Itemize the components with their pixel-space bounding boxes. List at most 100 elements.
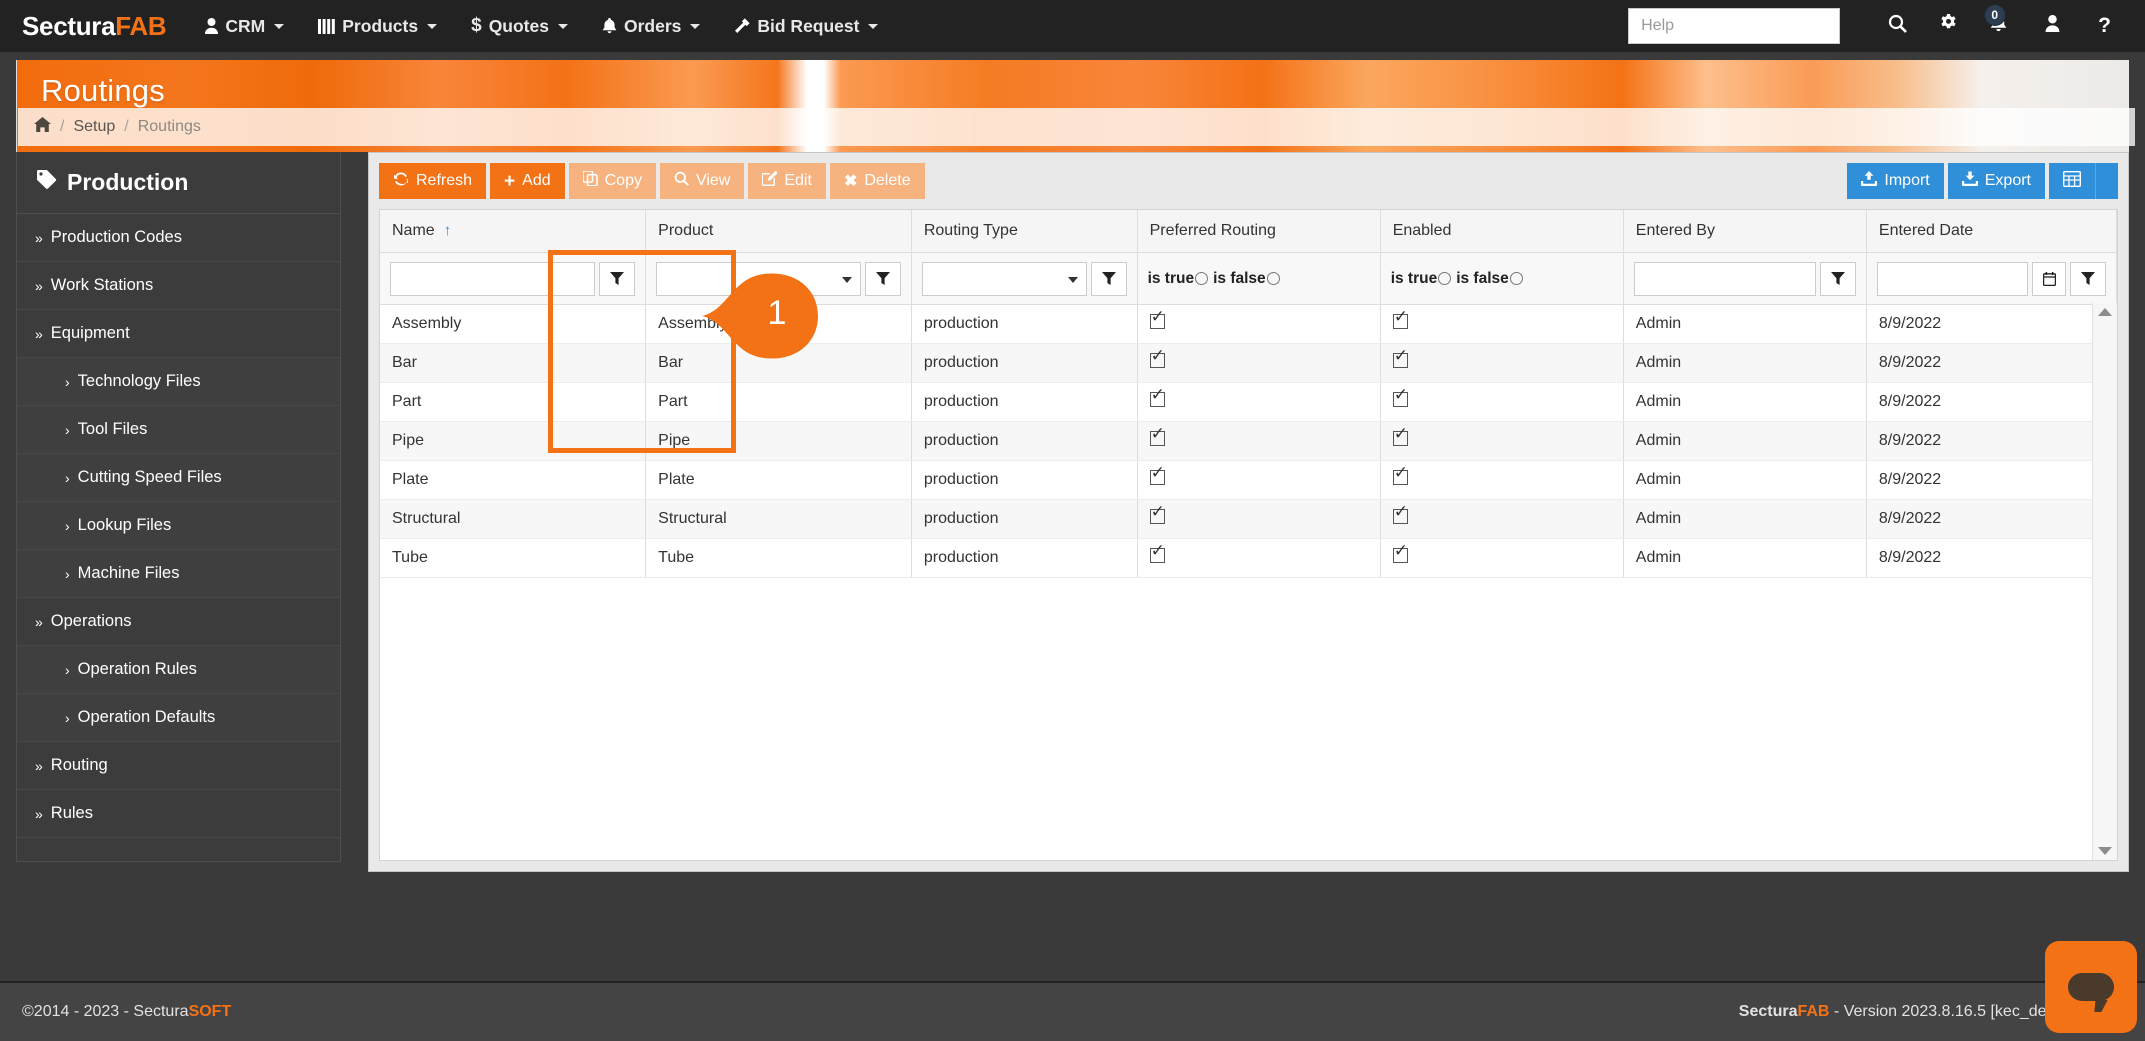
chevron-down-icon: [427, 24, 437, 29]
grid-options-dropdown-button[interactable]: [2095, 163, 2118, 199]
sidebar-item-lookup-files[interactable]: › Lookup Files: [17, 502, 340, 550]
breadcrumb-separator: /: [60, 118, 64, 136]
column-header-name[interactable]: Name↑: [380, 210, 646, 253]
action-button-group: Refresh + Add Copy View: [379, 163, 925, 199]
table-row[interactable]: Pipe Pipe production Admin 8/9/2022: [380, 422, 2117, 461]
sidebar-item-routing[interactable]: » Routing: [17, 742, 340, 790]
filter-menu-routing-type[interactable]: [1091, 262, 1127, 296]
column-label: Enabled: [1393, 222, 1452, 239]
radio-preferred-false[interactable]: [1267, 272, 1280, 285]
filter-input-entered-by[interactable]: [1634, 262, 1816, 296]
home-icon[interactable]: [34, 117, 51, 137]
help-button[interactable]: ?: [2082, 0, 2127, 52]
sidebar-item-work-stations[interactable]: » Work Stations: [17, 262, 340, 310]
import-button[interactable]: Import: [1847, 163, 1943, 199]
filter-select-routing-type[interactable]: [922, 262, 1087, 296]
table-row[interactable]: Assembly Assembly production Admin 8/9/2…: [380, 305, 2117, 344]
export-button[interactable]: Export: [1948, 163, 2045, 199]
filter-menu-name[interactable]: [599, 262, 635, 296]
search-button[interactable]: [1872, 0, 1923, 52]
filter-select-product[interactable]: [656, 262, 861, 296]
filter-menu-entered-by[interactable]: [1820, 262, 1856, 296]
sidebar-item-equipment[interactable]: » Equipment: [17, 310, 340, 358]
column-header-entered-by[interactable]: Entered By: [1623, 210, 1866, 253]
view-button[interactable]: View: [660, 163, 744, 199]
cell-product: Tube: [646, 539, 912, 578]
delete-button[interactable]: ✖ Delete: [830, 163, 925, 199]
column-header-routing-type[interactable]: Routing Type: [911, 210, 1137, 253]
edit-button[interactable]: Edit: [748, 163, 826, 199]
chat-bubble-icon: [2068, 973, 2114, 1001]
breadcrumb-setup[interactable]: Setup: [73, 118, 115, 136]
filter-menu-entered-date[interactable]: [2070, 262, 2106, 296]
nav-label: Orders: [624, 16, 681, 37]
scroll-down-icon[interactable]: [2098, 847, 2112, 855]
user-icon: [2045, 15, 2060, 38]
grid-tools-group: Import Export: [1847, 163, 2118, 199]
sidebar-item-operation-defaults[interactable]: › Operation Defaults: [17, 694, 340, 742]
column-label: Routing Type: [924, 222, 1018, 239]
nav-item-quotes[interactable]: $ Quotes: [454, 0, 585, 52]
filter-input-name[interactable]: [390, 262, 595, 296]
nav-item-orders[interactable]: Orders: [585, 0, 717, 52]
table-row[interactable]: Tube Tube production Admin 8/9/2022: [380, 539, 2117, 578]
cell-entered-by: Admin: [1623, 422, 1866, 461]
cell-preferred-routing: [1137, 422, 1380, 461]
scroll-up-icon[interactable]: [2098, 308, 2112, 316]
sidebar-item-cutting-speed-files[interactable]: › Cutting Speed Files: [17, 454, 340, 502]
column-header-preferred-routing[interactable]: Preferred Routing: [1137, 210, 1380, 253]
brand-logo[interactable]: SecturaFAB: [0, 11, 188, 42]
column-header-enabled[interactable]: Enabled: [1380, 210, 1623, 253]
sidebar-item-machine-files[interactable]: › Machine Files: [17, 550, 340, 598]
calendar-icon[interactable]: [2032, 262, 2066, 296]
sidebar-item-tool-files[interactable]: › Tool Files: [17, 406, 340, 454]
refresh-button[interactable]: Refresh: [379, 163, 486, 199]
cell-product: Plate: [646, 461, 912, 500]
cell-enabled: [1380, 461, 1623, 500]
sidebar-item-rules[interactable]: » Rules: [17, 790, 340, 838]
sidebar-item-label: Production Codes: [51, 228, 182, 247]
column-label: Preferred Routing: [1150, 222, 1276, 239]
cell-name: Structural: [380, 500, 646, 539]
upload-icon: [1861, 171, 1877, 191]
breadcrumb-current: Routings: [138, 118, 201, 136]
navbar-right: Help 0 ?: [1628, 0, 2145, 52]
sidebar-item-technology-files[interactable]: › Technology Files: [17, 358, 340, 406]
copy-button[interactable]: Copy: [569, 163, 656, 199]
notifications-button[interactable]: 0: [1974, 0, 2029, 52]
copy-icon: [583, 171, 598, 191]
sidebar-item-operations[interactable]: » Operations: [17, 598, 340, 646]
settings-button[interactable]: [1923, 0, 1974, 52]
add-button[interactable]: + Add: [490, 163, 565, 199]
grid-layout-button[interactable]: [2049, 163, 2095, 199]
table-row[interactable]: Part Part production Admin 8/9/2022: [380, 383, 2117, 422]
filter-input-entered-date[interactable]: [1877, 262, 2028, 296]
grid-vertical-scrollbar[interactable]: [2092, 303, 2117, 860]
is-true-label: is true: [1148, 270, 1195, 288]
nav-item-bid-request[interactable]: Bid Request: [717, 0, 895, 52]
page-title: Routings: [17, 60, 2129, 109]
radio-preferred-true[interactable]: [1195, 272, 1208, 285]
user-menu-button[interactable]: [2029, 0, 2082, 52]
copyright-brand: SOFT: [189, 1003, 232, 1020]
table-row[interactable]: Plate Plate production Admin 8/9/2022: [380, 461, 2117, 500]
radio-enabled-true[interactable]: [1438, 272, 1451, 285]
table-row[interactable]: Structural Structural production Admin 8…: [380, 500, 2117, 539]
filter-menu-product[interactable]: [865, 262, 901, 296]
footer-copyright: ©2014 - 2023 - SecturaSOFT: [22, 1003, 231, 1021]
sidebar-item-operation-rules[interactable]: › Operation Rules: [17, 646, 340, 694]
column-header-entered-date[interactable]: Entered Date: [1866, 210, 2116, 253]
nav-item-products[interactable]: Products: [301, 0, 454, 52]
column-header-product[interactable]: Product: [646, 210, 912, 253]
sidebar-item-production-codes[interactable]: » Production Codes: [17, 214, 340, 262]
cell-preferred-routing: [1137, 344, 1380, 383]
table-header: Name↑ Product Routing Type Preferred Rou…: [380, 210, 2117, 305]
column-header-row: Name↑ Product Routing Type Preferred Rou…: [380, 210, 2117, 253]
nav-item-crm[interactable]: CRM: [188, 0, 301, 52]
help-input[interactable]: Help: [1628, 8, 1840, 44]
table-row[interactable]: Bar Bar production Admin 8/9/2022: [380, 344, 2117, 383]
cell-entered-date: 8/9/2022: [1866, 539, 2116, 578]
radio-enabled-false[interactable]: [1510, 272, 1523, 285]
chat-widget-button[interactable]: [2045, 941, 2137, 1033]
cell-entered-date: 8/9/2022: [1866, 344, 2116, 383]
